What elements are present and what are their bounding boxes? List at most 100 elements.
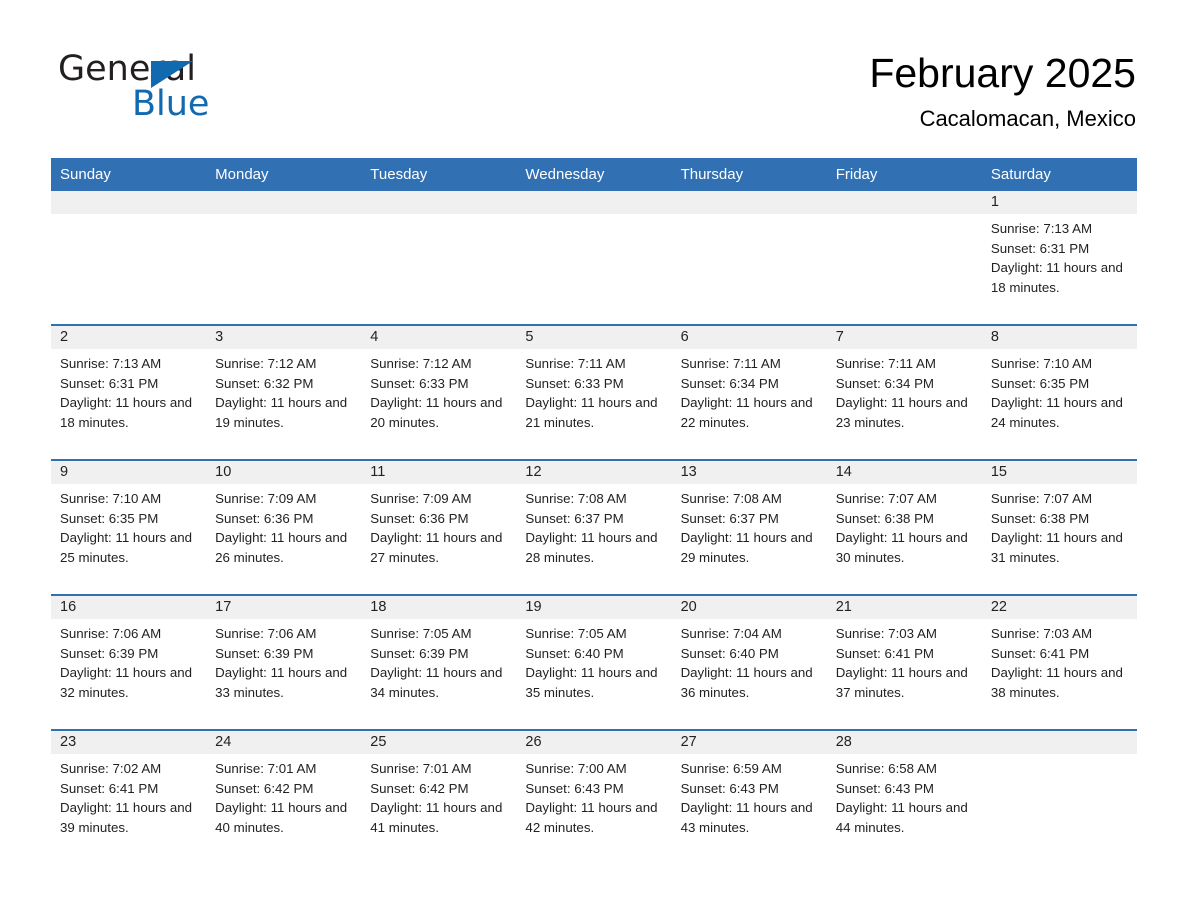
calendar-day-cell[interactable]: 18 Sunrise: 7:05 AM Sunset: 6:39 PM Dayligh… <box>361 594 517 730</box>
daylight-text: Daylight: 11 hours and 25 minutes. <box>60 530 193 565</box>
sunset-text: Sunset: 6:34 PM <box>835 375 935 391</box>
day-cell-inner: 20 Sunrise: 7:04 AM Sunset: 6:40 PM Dayligh… <box>671 596 827 729</box>
day-number: 3 <box>206 326 362 349</box>
daylight-text: Daylight: 11 hours and 39 minutes. <box>60 800 193 835</box>
daylight-text: Daylight: 11 hours and 23 minutes. <box>835 395 968 430</box>
sunrise-text: Sunrise: 7:12 AM <box>215 356 317 371</box>
sunrise-text: Sunrise: 7:11 AM <box>680 356 781 371</box>
sunset-text: Sunset: 6:39 PM <box>215 645 314 661</box>
day-cell-inner: 7 Sunrise: 7:11 AM Sunset: 6:34 PM Daylight… <box>826 326 982 459</box>
day-details: Sunrise: 7:13 AM Sunset: 6:31 PM Daylight:… <box>51 349 206 432</box>
day-cell-inner: 1 Sunrise: 7:13 AM Sunset: 6:31 PM Daylight… <box>981 191 1137 324</box>
sunset-text: Sunset: 6:35 PM <box>990 375 1090 391</box>
sunset-text: Sunset: 6:43 PM <box>525 780 624 796</box>
calendar-day-cell[interactable]: 8 Sunrise: 7:10 AM Sunset: 6:35 PM Daylight… <box>981 324 1137 460</box>
daylight-text: Daylight: 11 hours and 31 minutes. <box>990 530 1123 565</box>
weekday-header-monday: Monday <box>206 158 362 191</box>
sunrise-text: Sunrise: 7:12 AM <box>370 356 472 371</box>
day-cell-inner: 23 Sunrise: 7:02 AM Sunset: 6:41 PM Dayligh… <box>51 731 207 864</box>
sunrise-text: Sunrise: 7:01 AM <box>215 761 317 776</box>
sunset-text: Sunset: 6:31 PM <box>990 240 1090 256</box>
day-cell-inner: 22 Sunrise: 7:03 AM Sunset: 6:41 PM Dayligh… <box>981 596 1137 729</box>
calendar-day-cell[interactable]: 23 Sunrise: 7:02 AM Sunset: 6:41 PM Dayligh… <box>51 729 207 864</box>
day-details: Sunrise: 7:13 AM Sunset: 6:31 PM Daylight:… <box>982 214 1137 297</box>
calendar-day-cell[interactable]: 6 Sunrise: 7:11 AM Sunset: 6:34 PM Daylight… <box>671 324 827 460</box>
day-cell-inner: 18 Sunrise: 7:05 AM Sunset: 6:39 PM Dayligh… <box>361 596 517 729</box>
daylight-text: Daylight: 11 hours and 27 minutes. <box>370 530 503 565</box>
calendar-day-cell[interactable]: 12 Sunrise: 7:08 AM Sunset: 6:37 PM Dayligh… <box>516 459 672 595</box>
day-cell-inner <box>826 191 982 324</box>
day-cell-inner: 26 Sunrise: 7:00 AM Sunset: 6:43 PM Dayligh… <box>516 731 672 864</box>
calendar-day-cell[interactable]: 26 Sunrise: 7:00 AM Sunset: 6:43 PM Dayligh… <box>516 729 672 864</box>
day-number: 11 <box>361 461 517 484</box>
day-details: Sunrise: 7:06 AM Sunset: 6:39 PM Daylight:… <box>206 619 361 702</box>
day-cell-inner: 28 Sunrise: 6:58 AM Sunset: 6:43 PM Dayligh… <box>826 731 982 864</box>
calendar-day-cell[interactable]: 19 Sunrise: 7:05 AM Sunset: 6:40 PM Dayligh… <box>516 594 672 730</box>
day-cell-inner: 11 Sunrise: 7:09 AM Sunset: 6:36 PM Dayligh… <box>361 461 517 594</box>
day-number: 17 <box>206 596 362 619</box>
daylight-text: Daylight: 11 hours and 24 minutes. <box>990 395 1123 430</box>
day-cell-inner: 8 Sunrise: 7:10 AM Sunset: 6:35 PM Daylight… <box>981 326 1137 459</box>
day-cell-inner <box>361 191 517 324</box>
calendar-table: Sunday Monday Tuesday Wednesday Thursday… <box>51 158 1137 864</box>
weekday-header-tuesday: Tuesday <box>361 158 517 191</box>
calendar-day-cell[interactable]: 27 Sunrise: 6:59 AM Sunset: 6:43 PM Dayligh… <box>671 729 827 864</box>
calendar-day-cell[interactable]: 11 Sunrise: 7:09 AM Sunset: 6:36 PM Dayligh… <box>361 459 517 595</box>
calendar-day-cell[interactable]: 21 Sunrise: 7:03 AM Sunset: 6:41 PM Dayligh… <box>826 594 982 730</box>
daylight-text: Daylight: 11 hours and 29 minutes. <box>680 530 813 565</box>
sunset-text: Sunset: 6:43 PM <box>680 780 779 796</box>
daylight-text: Daylight: 11 hours and 36 minutes. <box>680 665 813 700</box>
daylight-text: Daylight: 11 hours and 28 minutes. <box>525 530 658 565</box>
day-details: Sunrise: 7:01 AM Sunset: 6:42 PM Daylight:… <box>361 754 516 837</box>
calendar-day-cell[interactable]: 9 Sunrise: 7:10 AM Sunset: 6:35 PM Daylight… <box>51 459 207 595</box>
calendar-week-row: 2 Sunrise: 7:13 AM Sunset: 6:31 PM Daylight… <box>51 324 1137 460</box>
calendar-day-cell[interactable]: 2 Sunrise: 7:13 AM Sunset: 6:31 PM Daylight… <box>51 324 207 460</box>
day-number <box>51 191 207 214</box>
sunrise-text: Sunrise: 7:13 AM <box>990 221 1093 236</box>
day-number: 19 <box>516 596 672 619</box>
sunset-text: Sunset: 6:36 PM <box>370 510 469 526</box>
page-header: General Blue February 2025 Cacalomacan, … <box>0 0 1188 152</box>
day-number: 6 <box>671 326 827 349</box>
sunrise-text: Sunrise: 7:06 AM <box>60 626 162 641</box>
generalblue-logo[interactable]: General Blue <box>58 50 358 130</box>
calendar-day-cell[interactable]: 3 Sunrise: 7:12 AM Sunset: 6:32 PM Daylight… <box>206 324 362 460</box>
calendar-day-cell[interactable]: 20 Sunrise: 7:04 AM Sunset: 6:40 PM Dayligh… <box>671 594 827 730</box>
day-details: Sunrise: 7:03 AM Sunset: 6:41 PM Daylight:… <box>982 619 1137 702</box>
sunrise-text: Sunrise: 7:00 AM <box>525 761 627 776</box>
daylight-text: Daylight: 11 hours and 32 minutes. <box>60 665 193 700</box>
day-cell-inner: 27 Sunrise: 6:59 AM Sunset: 6:43 PM Dayligh… <box>671 731 827 864</box>
day-number: 23 <box>51 731 207 754</box>
calendar-day-cell[interactable]: 5 Sunrise: 7:11 AM Sunset: 6:33 PM Daylight… <box>516 324 672 460</box>
sunset-text: Sunset: 6:38 PM <box>835 510 935 526</box>
calendar-week-row: 1 Sunrise: 7:13 AM Sunset: 6:31 PM Daylight… <box>51 191 1137 325</box>
day-cell-inner: 6 Sunrise: 7:11 AM Sunset: 6:34 PM Daylight… <box>671 326 827 459</box>
daylight-text: Daylight: 11 hours and 34 minutes. <box>370 665 503 700</box>
calendar-day-cell-empty <box>361 191 517 325</box>
calendar-day-cell[interactable]: 17 Sunrise: 7:06 AM Sunset: 6:39 PM Dayligh… <box>206 594 362 730</box>
day-number: 21 <box>826 596 982 619</box>
day-number <box>206 191 362 214</box>
calendar-day-cell[interactable]: 1 Sunrise: 7:13 AM Sunset: 6:31 PM Daylight… <box>981 191 1137 325</box>
calendar-day-cell[interactable]: 25 Sunrise: 7:01 AM Sunset: 6:42 PM Dayligh… <box>361 729 517 864</box>
calendar-page: General Blue February 2025 Cacalomacan, … <box>0 0 1188 918</box>
calendar-day-cell[interactable]: 16 Sunrise: 7:06 AM Sunset: 6:39 PM Dayligh… <box>51 594 207 730</box>
day-details: Sunrise: 7:00 AM Sunset: 6:43 PM Daylight:… <box>516 754 671 837</box>
daylight-text: Daylight: 11 hours and 42 minutes. <box>525 800 658 835</box>
day-details: Sunrise: 7:02 AM Sunset: 6:41 PM Daylight:… <box>51 754 206 837</box>
calendar-day-cell[interactable]: 28 Sunrise: 6:58 AM Sunset: 6:43 PM Dayligh… <box>826 729 982 864</box>
calendar-day-cell[interactable]: 15 Sunrise: 7:07 AM Sunset: 6:38 PM Dayligh… <box>981 459 1137 595</box>
day-details: Sunrise: 7:11 AM Sunset: 6:34 PM Daylight:… <box>827 349 982 432</box>
calendar-day-cell[interactable]: 13 Sunrise: 7:08 AM Sunset: 6:37 PM Dayligh… <box>671 459 827 595</box>
day-cell-inner: 15 Sunrise: 7:07 AM Sunset: 6:38 PM Dayligh… <box>981 461 1137 594</box>
sunrise-text: Sunrise: 7:02 AM <box>60 761 162 776</box>
calendar-day-cell[interactable]: 22 Sunrise: 7:03 AM Sunset: 6:41 PM Dayligh… <box>981 594 1137 730</box>
day-cell-inner: 17 Sunrise: 7:06 AM Sunset: 6:39 PM Dayligh… <box>206 596 362 729</box>
calendar-day-cell[interactable]: 7 Sunrise: 7:11 AM Sunset: 6:34 PM Daylight… <box>826 324 982 460</box>
day-number: 24 <box>206 731 362 754</box>
calendar-day-cell[interactable]: 4 Sunrise: 7:12 AM Sunset: 6:33 PM Daylight… <box>361 324 517 460</box>
calendar-day-cell[interactable]: 24 Sunrise: 7:01 AM Sunset: 6:42 PM Dayligh… <box>206 729 362 864</box>
daylight-text: Daylight: 11 hours and 20 minutes. <box>370 395 503 430</box>
calendar-day-cell[interactable]: 14 Sunrise: 7:07 AM Sunset: 6:38 PM Dayligh… <box>826 459 982 595</box>
calendar-day-cell[interactable]: 10 Sunrise: 7:09 AM Sunset: 6:36 PM Dayligh… <box>206 459 362 595</box>
